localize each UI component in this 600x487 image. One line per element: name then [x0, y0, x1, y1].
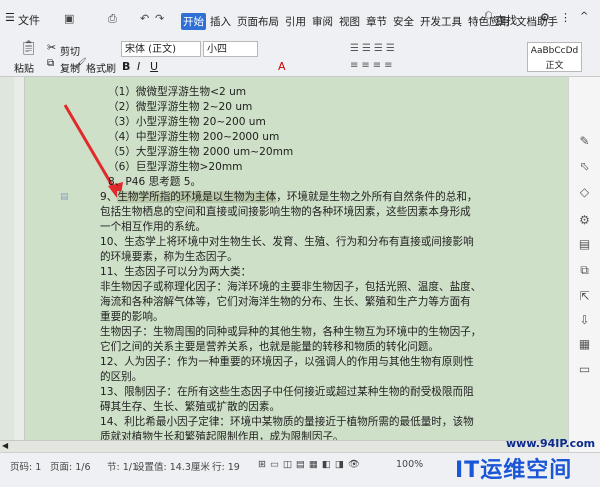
watermark-url: www.94IP.com — [506, 437, 596, 450]
paste-button[interactable]: 粘贴 — [14, 60, 34, 75]
underline-icon[interactable]: U — [150, 60, 158, 73]
format-painter-button[interactable]: 格式刷 — [86, 60, 116, 75]
watermark-title: IT运维空间 — [455, 458, 573, 483]
doc-line: 非生物因子或称理化因子：海洋环境的主要非生物因子，包括光照、温度、盐度、 — [100, 281, 482, 293]
format-painter-icon[interactable]: 🖌︎ — [74, 58, 87, 69]
tab-review[interactable]: 审阅 — [310, 13, 335, 30]
doc-icon[interactable]: ▤ — [577, 237, 592, 252]
doc-line: 12、人为因子：作为一种重要的环境因子，以强调人的作用与其他生物有原则性 — [100, 356, 474, 368]
cut-button[interactable]: 剪切 — [60, 43, 80, 58]
undo-icon[interactable]: ↶ — [140, 12, 149, 25]
align-icons[interactable]: ≡≡≡≡ — [350, 60, 396, 71]
tab-security[interactable]: 安全 — [391, 13, 416, 30]
doc-line: 10、生态学上将环境中对生物生长、发育、生殖、行为和分布有直接或间接影响 — [100, 236, 474, 248]
more-icon[interactable]: ⋮ — [560, 11, 571, 24]
export-icon[interactable]: ⇱ — [577, 289, 592, 304]
doc-line: 13、限制因子：在所有这些生态因子中任何接近或超过某种生物的耐受极限而阻 — [100, 386, 474, 398]
cut-icon[interactable]: ✂ — [47, 41, 56, 54]
pen-icon[interactable]: ✎ — [577, 134, 592, 149]
doc-line: 海流和各种溶解气体等，它们对海洋生物的分布、生长、繁殖和生产力等方面有 — [100, 296, 471, 308]
table-icon[interactable]: ▦ — [577, 337, 592, 352]
tab-references[interactable]: 引用 — [283, 13, 308, 30]
doc-line: 14、利比希最小因子定律：环境中某物质的量接近于植物所需的最低量时，该物 — [100, 416, 474, 428]
doc-line: （5）大型浮游生物 2000 um~20mm — [108, 146, 294, 158]
doc-line: 的环境要素，称为生态因子。 — [100, 251, 238, 263]
doc-line: 11、生态因子可以分为两大类： — [100, 266, 252, 278]
tab-dev-tools[interactable]: 开发工具 — [418, 13, 464, 30]
redo-icon[interactable]: ↷ — [155, 12, 164, 25]
tab-chapter[interactable]: 章节 — [364, 13, 389, 30]
doc-line: 包括生物栖息的空间和直接或间接影响生物的各种环境因素，这些因素本身形成 — [100, 206, 471, 218]
doc-line: （2）微型浮游生物 2~20 um — [108, 101, 253, 113]
search-button[interactable]: 查找 — [495, 12, 517, 28]
status-setting: 设置值: 14.3厘米 — [135, 462, 210, 473]
italic-icon[interactable]: I — [137, 60, 140, 73]
scroll-left-icon[interactable]: ◀ — [2, 441, 8, 450]
select-icon[interactable]: ⬁ — [577, 159, 592, 174]
vertical-ruler — [14, 77, 25, 452]
collapse-icon[interactable]: ^ — [580, 11, 588, 22]
paragraph-icons[interactable]: ☰☰☰☰ — [350, 43, 398, 54]
settings-icon[interactable]: ⚙ — [577, 213, 592, 228]
doc-line: 它们之间的关系主要是营养关系，也就是能量的转移和物质的转化问题。 — [100, 341, 439, 353]
font-size-select[interactable]: 小四 — [203, 41, 258, 57]
view-mode-icons[interactable]: ⊞▭◫▤▦◧◨👁︎ — [258, 459, 364, 470]
font-name-select[interactable]: 宋体 (正文) — [121, 41, 201, 57]
paragraph-marker-icon: ▤ — [60, 192, 69, 202]
paste-icon[interactable]: 📋︎ — [20, 40, 38, 56]
share-icon[interactable]: ⚙ — [540, 11, 550, 24]
status-row: 行: 19 — [212, 462, 240, 473]
doc-line: 重要的影响。 — [100, 311, 164, 323]
title-bar: ☰ 文件 ▣ ⎙ ↶ ↷ 开始 插入 页面布局 引用 审阅 视图 章节 安全 开… — [0, 0, 600, 36]
left-panel — [0, 77, 14, 452]
style-preview: AaBbCcDd — [530, 46, 579, 56]
status-pages: 页面: 1/6 — [50, 462, 91, 473]
copy-icon[interactable]: ⧉ — [47, 58, 54, 69]
print-icon[interactable]: ⎙ — [108, 12, 117, 26]
tab-doc-assistant[interactable]: 文档助手 — [514, 13, 560, 30]
doc-line: 一个相互作用的系统。 — [100, 221, 206, 233]
arrow-icon[interactable]: ⇩ — [577, 313, 592, 328]
doc-line: 碍其生存、生长、繁殖或扩散的因素。 — [100, 401, 281, 413]
doc-line-rest: ，环境就是生物之外所有自然条件的总和， — [276, 191, 478, 203]
doc-line: （6）巨型浮游生物>20mm — [108, 161, 243, 173]
status-section: 节: 1/1 — [107, 462, 139, 473]
shape-icon[interactable]: ◇ — [577, 185, 592, 200]
doc-line-highlighted: 9、生物学所指的环境是以生物为主体，环境就是生物之外所有自然条件的总和， — [100, 191, 478, 203]
doc-line: （3）小型浮游生物 20~200 um — [108, 116, 266, 128]
panel-icon[interactable]: ▭ — [577, 362, 592, 377]
doc-line: （4）中型浮游生物 200~2000 um — [108, 131, 280, 143]
zoom-level[interactable]: 100% — [396, 459, 423, 470]
menu-icon[interactable]: ☰ — [5, 11, 15, 24]
style-normal[interactable]: AaBbCcDd 正文 — [527, 42, 582, 72]
save-icon[interactable]: ▣ — [64, 12, 74, 25]
highlighted-text: 生物学所指的环境是以生物为主体 — [117, 191, 277, 203]
doc-line: 8、P46 思考题 5。 — [108, 176, 202, 188]
right-sidebar: ✎ ⬁ ◇ ⚙ ▤ ⧉ ⇱ ⇩ ▦ ▭ — [568, 77, 600, 452]
font-color-icon[interactable]: A — [278, 60, 286, 73]
doc-line: （1）微微型浮游生物<2 um — [108, 86, 247, 98]
doc-line: 生物因子：生物周围的同种或异种的其他生物，各种生物互为环境中的生物因子， — [100, 326, 482, 338]
layers-icon[interactable]: ⧉ — [577, 263, 592, 278]
style-name: 正文 — [545, 61, 564, 71]
tab-insert[interactable]: 插入 — [208, 13, 233, 30]
tab-view[interactable]: 视图 — [337, 13, 362, 30]
tab-home[interactable]: 开始 — [181, 13, 206, 30]
status-page: 页码: 1 — [10, 462, 42, 473]
document-body[interactable]: （1）微微型浮游生物<2 um （2）微型浮游生物 2~20 um （3）小型浮… — [100, 85, 500, 445]
file-menu[interactable]: 文件 — [18, 12, 40, 28]
tab-page-layout[interactable]: 页面布局 — [235, 13, 281, 30]
doc-line: 的区别。 — [100, 371, 143, 383]
bold-icon[interactable]: B — [122, 60, 130, 73]
